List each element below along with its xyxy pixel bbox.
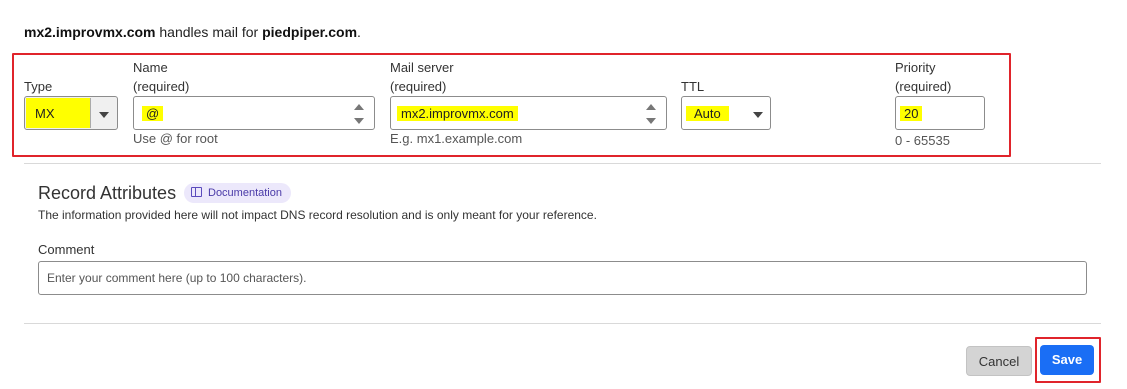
comment-label: Comment xyxy=(38,242,95,257)
cancel-button[interactable]: Cancel xyxy=(966,346,1032,376)
name-required: (required) xyxy=(133,79,190,94)
mail-server-name: mx2.improvmx.com xyxy=(24,24,156,40)
summary-middle-text: handles mail for xyxy=(155,24,263,40)
mail-server-help: E.g. mx1.example.com xyxy=(390,131,523,146)
name-help: Use @ for root xyxy=(133,131,218,146)
mail-server-value: mx2.improvmx.com xyxy=(397,106,518,121)
spinner-up-icon xyxy=(354,104,364,110)
mail-server-input[interactable]: mx2.improvmx.com xyxy=(390,96,667,130)
comment-input[interactable]: Enter your comment here (up to 100 chara… xyxy=(38,261,1087,295)
chevron-down-icon xyxy=(753,112,763,118)
domain-name: piedpiper.com xyxy=(262,24,358,40)
section-divider xyxy=(24,163,1101,164)
spinner-down-icon xyxy=(354,118,364,124)
ttl-label: TTL xyxy=(681,79,705,94)
name-label: Name xyxy=(133,60,168,75)
mail-server-required: (required) xyxy=(390,79,447,94)
spinner-up-icon xyxy=(646,104,656,110)
summary-end-text: . xyxy=(357,24,361,40)
chevron-down-icon xyxy=(99,112,109,118)
ttl-value: Auto xyxy=(686,106,729,121)
footer-divider xyxy=(24,323,1101,324)
spinner-down-icon xyxy=(646,118,656,124)
type-select[interactable]: MX xyxy=(24,96,118,130)
comment-placeholder: Enter your comment here (up to 100 chara… xyxy=(47,271,307,285)
priority-value: 20 xyxy=(900,106,923,121)
type-select-value-area: MX xyxy=(26,98,91,128)
documentation-link[interactable]: Documentation xyxy=(184,183,291,203)
type-label: Type xyxy=(24,79,53,94)
book-icon xyxy=(191,187,202,197)
record-attributes-title: Record Attributes xyxy=(38,183,177,203)
mail-server-label: Mail server xyxy=(390,60,454,75)
name-spinner[interactable] xyxy=(354,102,364,126)
priority-help: 0 - 65535 xyxy=(895,133,950,148)
name-input[interactable]: @ xyxy=(133,96,375,130)
priority-required: (required) xyxy=(895,79,952,94)
mail-server-spinner[interactable] xyxy=(646,102,656,126)
type-value: MX xyxy=(35,106,55,121)
ttl-select[interactable]: Auto xyxy=(681,96,771,130)
record-attributes-description: The information provided here will not i… xyxy=(38,208,597,222)
documentation-label: Documentation xyxy=(208,187,282,199)
priority-label: Priority xyxy=(895,60,936,75)
priority-input[interactable]: 20 xyxy=(895,96,985,130)
mail-summary: mx2.improvmx.com handles mail for piedpi… xyxy=(24,24,361,40)
save-button[interactable]: Save xyxy=(1040,345,1094,375)
name-value: @ xyxy=(142,106,164,121)
